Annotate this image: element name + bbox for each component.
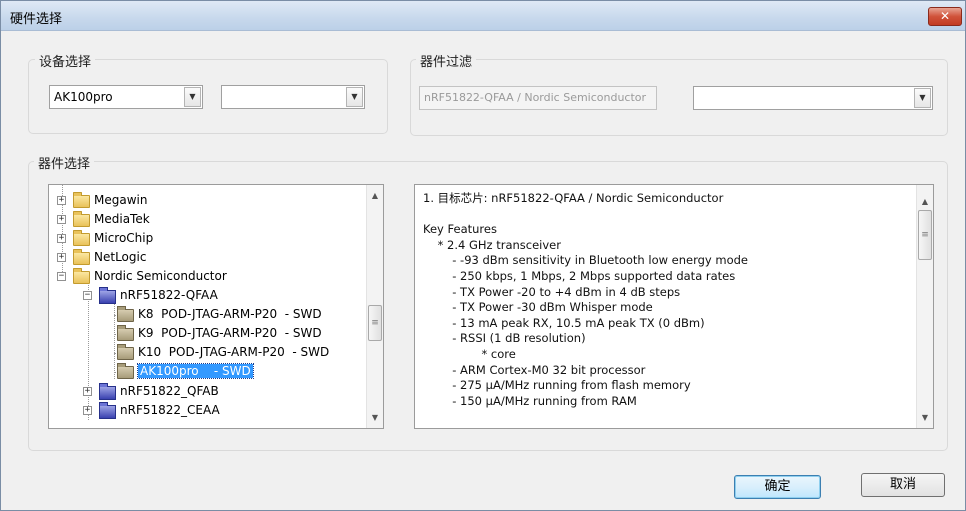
expand-icon[interactable]: + <box>57 234 66 243</box>
expand-icon[interactable]: + <box>57 215 66 224</box>
tree-item-label: MicroChip <box>94 231 154 245</box>
folder-icon <box>73 211 90 227</box>
filter-group-label: 器件过滤 <box>416 51 477 70</box>
collapse-icon[interactable]: − <box>57 272 66 281</box>
collapse-icon[interactable]: − <box>83 291 92 300</box>
chip-icon <box>99 402 116 419</box>
tree-item-label: nRF51822_QFAB <box>120 384 219 398</box>
device-info-text: 1. 目标芯片: nRF51822-QFAA / Nordic Semicond… <box>423 191 749 408</box>
window-title: 硬件选择 <box>10 12 63 27</box>
cancel-button[interactable]: 取消 <box>861 473 945 497</box>
folder-icon <box>73 268 90 284</box>
tree-item-label: MediaTek <box>94 212 150 226</box>
device-select-group-label: 设备选择 <box>35 51 96 70</box>
adapter-icon <box>117 325 134 341</box>
folder-icon <box>73 230 90 246</box>
tree-item-label: Megawin <box>94 193 148 207</box>
device-info-panel: 1. 目标芯片: nRF51822-QFAA / Nordic Semicond… <box>414 184 934 429</box>
chevron-down-icon[interactable]: ▼ <box>346 87 363 107</box>
filter-field: nRF51822-QFAA / Nordic Semiconductor <box>419 86 657 110</box>
device-combo[interactable]: AK100pro ▼ <box>49 85 203 109</box>
device-combo-value: AK100pro <box>54 90 113 104</box>
adapter-icon <box>117 344 134 360</box>
chevron-down-icon[interactable]: ▼ <box>184 87 201 107</box>
expand-icon[interactable]: + <box>57 253 66 262</box>
chip-icon <box>99 383 116 400</box>
scroll-up-icon[interactable]: ▲ <box>917 193 933 210</box>
info-scroll-thumb[interactable]: ≡ <box>918 210 932 260</box>
device-tree[interactable]: ▲ ≡ ▼ + Megawin + MediaTek + MicroChip + NetLog… <box>48 184 384 429</box>
tree-scroll-thumb[interactable]: ≡ <box>368 305 382 341</box>
adapter-open-icon <box>117 363 134 379</box>
info-scrollbar[interactable]: ▲ ≡ ▼ <box>916 185 933 428</box>
scroll-down-icon[interactable]: ▼ <box>367 409 383 426</box>
tree-scrollbar[interactable]: ▲ ≡ ▼ <box>366 185 383 428</box>
folder-icon <box>73 192 90 208</box>
tree-item-label: K8 POD-JTAG-ARM-P20 - SWD <box>138 307 322 321</box>
expand-icon[interactable]: + <box>57 196 66 205</box>
tree-item-label: nRF51822_CEAA <box>120 403 220 417</box>
tree-item-label: AK100pro - SWD <box>137 363 254 379</box>
scroll-up-icon[interactable]: ▲ <box>367 187 383 204</box>
close-button[interactable]: ✕ <box>928 7 962 26</box>
chevron-down-icon[interactable]: ▼ <box>914 88 931 108</box>
chip-icon <box>99 287 116 304</box>
expand-icon[interactable]: + <box>83 406 92 415</box>
tree-item-label: Nordic Semiconductor <box>94 269 227 283</box>
second-combo[interactable]: ▼ <box>221 85 365 109</box>
ok-button[interactable]: 确定 <box>734 475 821 499</box>
filter-field-value: nRF51822-QFAA / Nordic Semiconductor <box>424 91 647 104</box>
expand-icon[interactable]: + <box>83 387 92 396</box>
adapter-icon <box>117 306 134 322</box>
title-bar: 硬件选择 ✕ <box>1 1 965 31</box>
tree-item-label: K9 POD-JTAG-ARM-P20 - SWD <box>138 326 322 340</box>
scroll-down-icon[interactable]: ▼ <box>917 409 933 426</box>
filter-combo[interactable]: ▼ <box>693 86 933 110</box>
tree-item-label: NetLogic <box>94 250 147 264</box>
component-select-group-label: 器件选择 <box>34 153 95 172</box>
folder-icon <box>73 249 90 265</box>
tree-item-label: K10 POD-JTAG-ARM-P20 - SWD <box>138 345 330 359</box>
hardware-select-dialog: 硬件选择 ✕ 设备选择 AK100pro ▼ ▼ 器件过滤 nRF51822-Q… <box>0 0 966 511</box>
tree-item-label: nRF51822-QFAA <box>120 288 218 302</box>
